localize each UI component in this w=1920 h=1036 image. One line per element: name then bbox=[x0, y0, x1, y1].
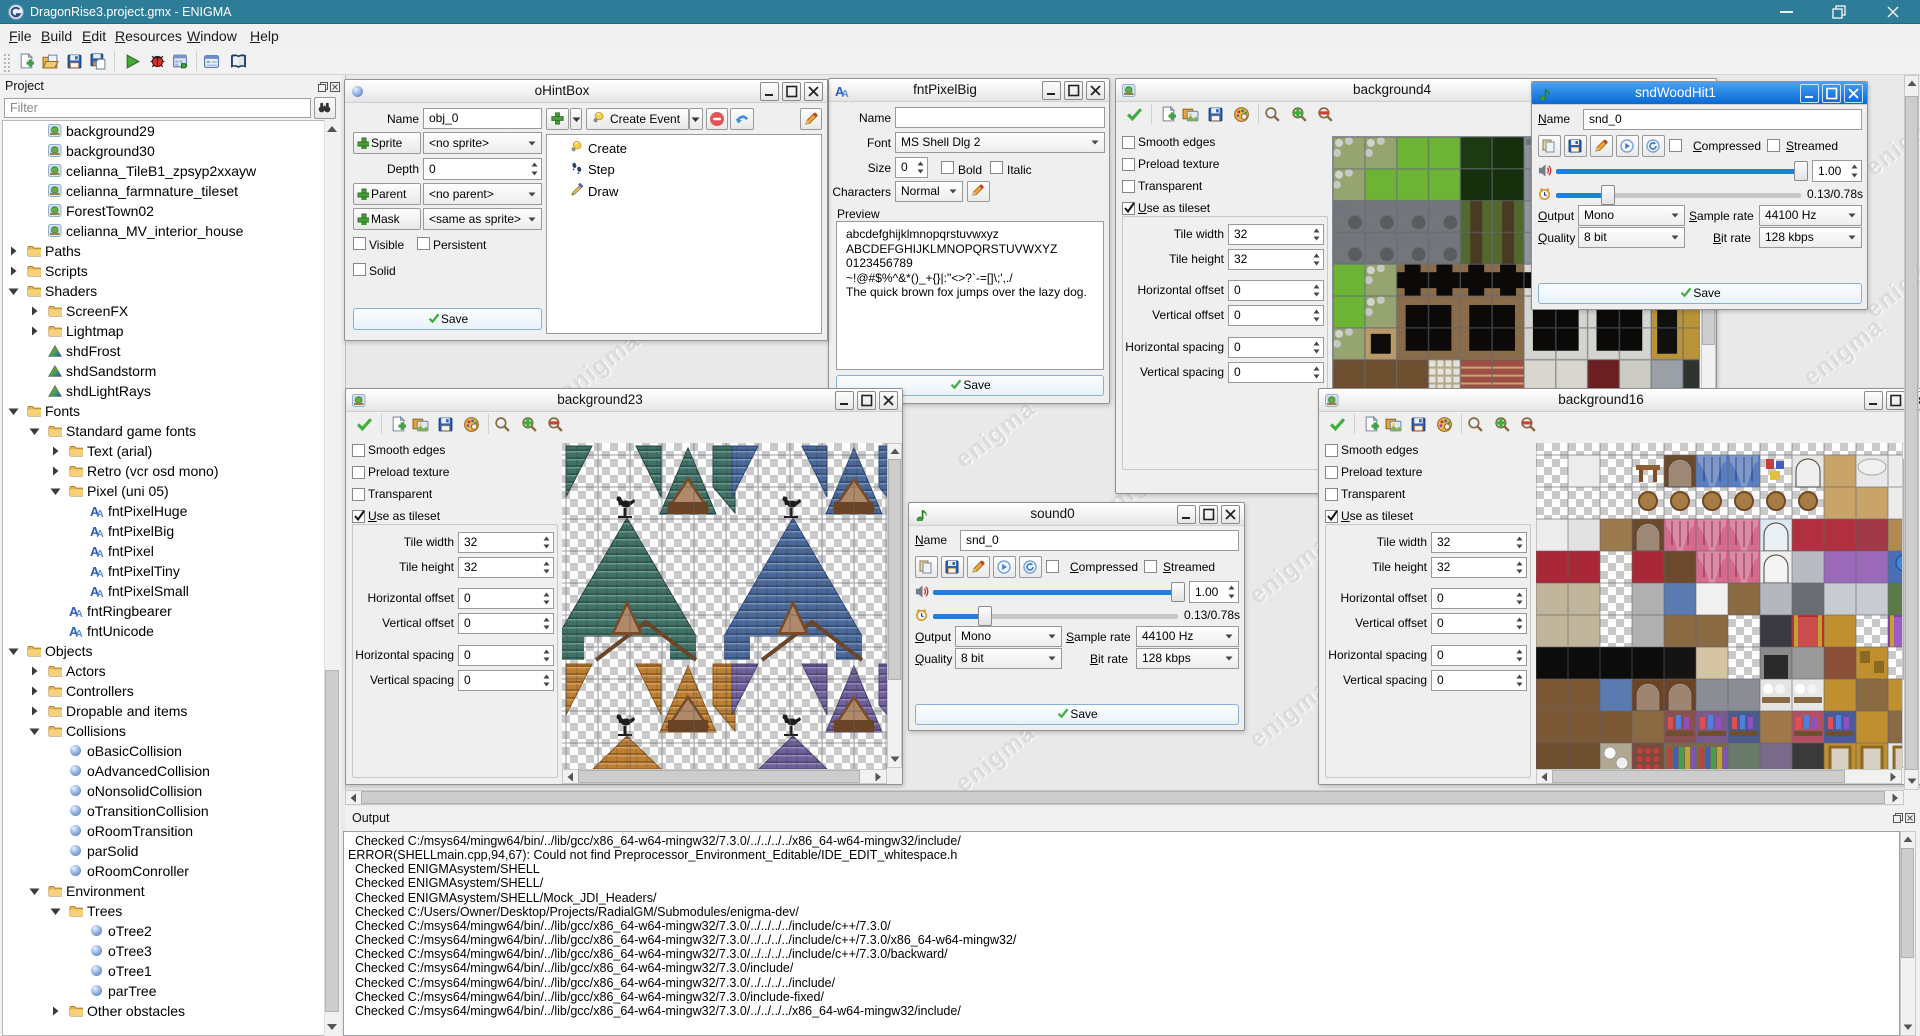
svg-text:A: A bbox=[842, 89, 849, 97]
svg-text:A: A bbox=[97, 589, 104, 597]
svg-text:A: A bbox=[97, 549, 104, 557]
svg-text:A: A bbox=[76, 609, 83, 617]
svg-text:A: A bbox=[97, 509, 104, 517]
svg-text:A: A bbox=[97, 529, 104, 537]
svg-text:A: A bbox=[97, 569, 104, 577]
svg-text:A: A bbox=[76, 629, 83, 637]
